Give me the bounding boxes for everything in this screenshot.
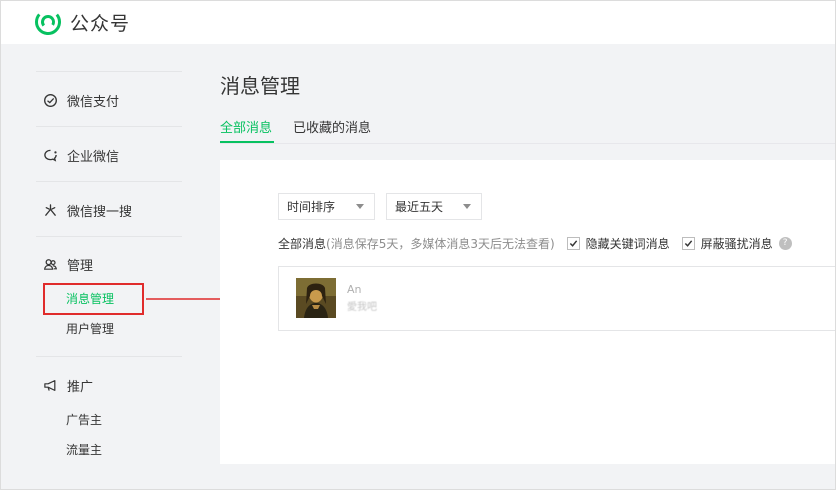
wechat-pay-icon	[42, 92, 58, 108]
sidebar-divider	[36, 236, 182, 237]
hide-keyword-label: 隐藏关键词消息	[585, 236, 670, 251]
sort-select-value: 时间排序	[287, 200, 336, 214]
sidebar-item-manage[interactable]: 管理	[42, 254, 93, 274]
sidebar-item-wechat-pay[interactable]: 微信支付	[42, 90, 119, 110]
page-title: 消息管理	[220, 74, 300, 98]
sidebar-divider	[36, 356, 182, 357]
filter-row: 全部消息 (消息保存5天，多媒体消息3天后无法查看) 隐藏关键词消息 屏蔽骚扰消…	[278, 235, 792, 251]
annotation-highlight-box	[43, 283, 144, 315]
avatar[interactable]	[296, 278, 336, 318]
wechat-official-account-logo-icon	[35, 9, 61, 35]
sidebar-subitem-advertiser[interactable]: 广告主	[66, 411, 102, 429]
checkbox-box[interactable]	[681, 236, 695, 250]
block-harass-checkbox[interactable]: 屏蔽骚扰消息	[681, 235, 773, 252]
block-harass-label: 屏蔽骚扰消息	[700, 236, 773, 251]
tabs-divider	[220, 143, 836, 144]
message-sender: An	[347, 283, 362, 296]
brand[interactable]: 公众号	[35, 8, 130, 36]
sidebar-item-label: 微信搜一搜	[67, 204, 133, 220]
brand-name: 公众号	[70, 12, 131, 35]
filter-label: 全部消息	[278, 236, 327, 251]
tab-all-messages[interactable]: 全部消息	[220, 117, 272, 136]
range-select[interactable]: 最近五天	[386, 193, 482, 220]
search-sparkle-icon	[42, 202, 58, 218]
sidebar-item-label: 推广	[67, 379, 94, 395]
hide-keyword-checkbox[interactable]: 隐藏关键词消息	[566, 235, 670, 252]
tab-starred-messages[interactable]: 已收藏的消息	[293, 117, 371, 136]
message-preview: 愛我吧	[347, 302, 377, 313]
sidebar-subitem-user-manage[interactable]: 用户管理	[66, 320, 114, 338]
sidebar-subitem-publisher[interactable]: 流量主	[66, 441, 102, 459]
users-icon	[42, 256, 58, 272]
megaphone-icon	[42, 377, 58, 393]
avatar-portrait-icon	[296, 278, 336, 318]
top-bar: 公众号	[0, 0, 836, 44]
sidebar-item-label: 企业微信	[67, 149, 120, 165]
sidebar-divider	[36, 126, 182, 127]
chevron-down-icon	[463, 204, 471, 209]
sidebar-item-wechat-search[interactable]: 微信搜一搜	[42, 200, 132, 220]
sidebar-divider	[36, 181, 182, 182]
sidebar-item-label: 微信支付	[67, 94, 120, 110]
work-wechat-icon	[42, 147, 58, 163]
checkmark-icon	[569, 239, 577, 247]
sidebar-item-promote[interactable]: 推广	[42, 375, 93, 395]
sidebar-item-work-wechat[interactable]: 企业微信	[42, 145, 119, 165]
chevron-down-icon	[356, 204, 364, 209]
checkbox-box[interactable]	[566, 236, 580, 250]
range-select-value: 最近五天	[395, 200, 444, 214]
sidebar-divider	[36, 71, 182, 72]
sort-select[interactable]: 时间排序	[278, 193, 375, 220]
help-icon[interactable]: ?	[778, 236, 792, 250]
checkmark-icon	[684, 239, 692, 247]
filter-note: (消息保存5天，多媒体消息3天后无法查看)	[326, 236, 555, 251]
sidebar-item-label: 管理	[67, 258, 94, 274]
